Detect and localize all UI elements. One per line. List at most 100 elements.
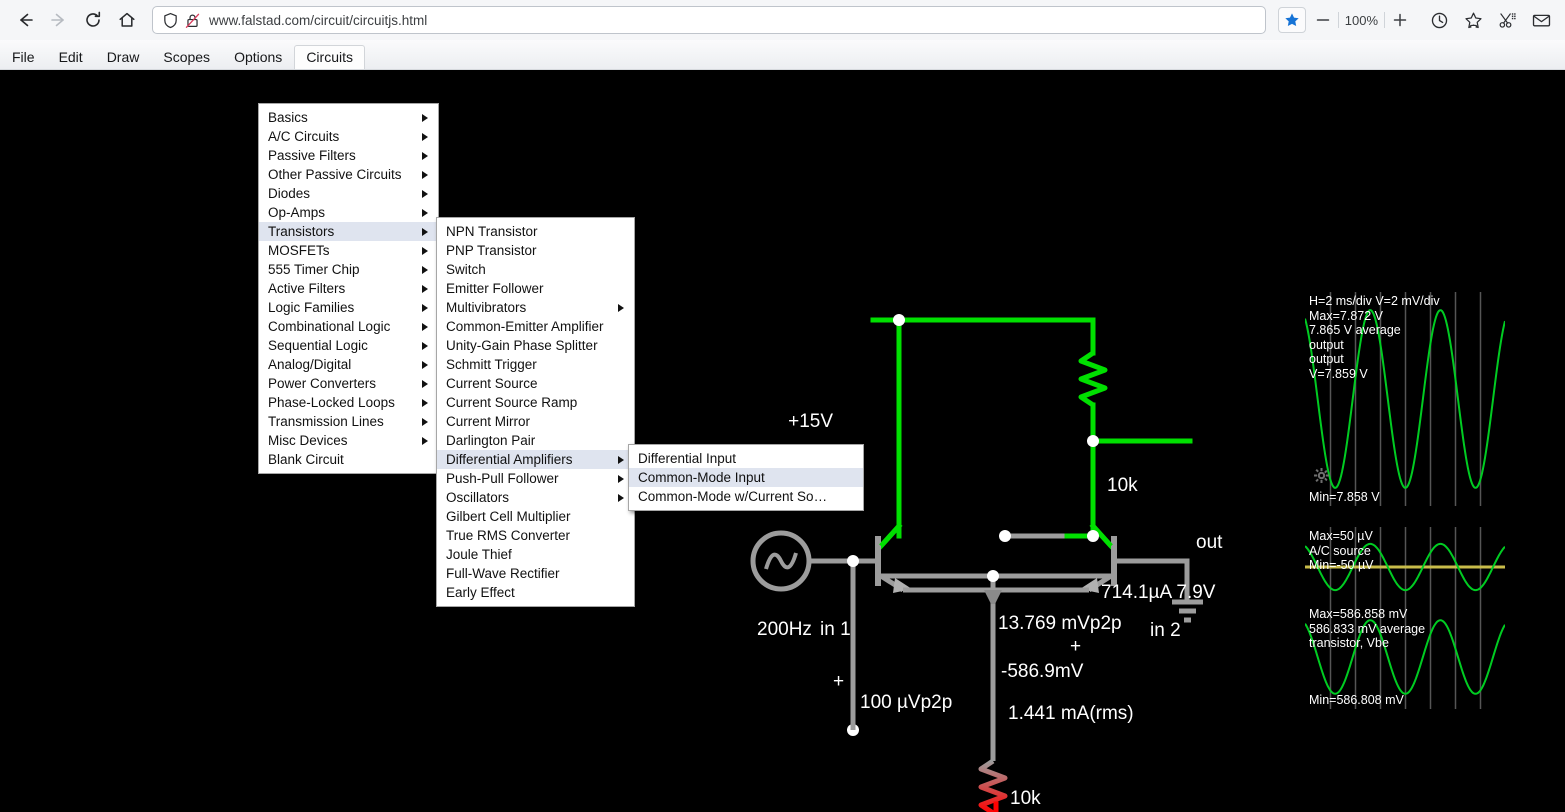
- menu-item-early-effect[interactable]: Early Effect: [437, 583, 634, 602]
- favorites-button[interactable]: [1457, 4, 1489, 36]
- menu-item-current-mirror[interactable]: Current Mirror: [437, 412, 634, 431]
- menu-item-schmitt-trigger[interactable]: Schmitt Trigger: [437, 355, 634, 374]
- menu-circuits[interactable]: Basics A/C Circuits Passive Filters Other P…: [258, 103, 439, 474]
- menu-item-sequential-logic[interactable]: Sequential Logic: [259, 336, 438, 355]
- menu-item-label: Power Converters: [268, 376, 377, 391]
- menu-item-oscillators[interactable]: Oscillators: [437, 488, 634, 507]
- menu-differential-amplifiers[interactable]: Differential Input Common-Mode Input Commo…: [628, 444, 864, 511]
- menu-item-label: Multivibrators: [446, 300, 527, 315]
- menu-item-transmission-lines[interactable]: Transmission Lines: [259, 412, 438, 431]
- menu-item-label: Current Source: [446, 376, 538, 391]
- chevron-right-icon: [422, 436, 428, 445]
- menu-item-logic-families[interactable]: Logic Families: [259, 298, 438, 317]
- menu-item-label: Oscillators: [446, 490, 510, 505]
- address-bar[interactable]: www.falstad.com/circuit/circuitjs.html: [152, 6, 1266, 34]
- chevron-right-icon: [422, 360, 428, 369]
- menu-item-darlington-pair[interactable]: Darlington Pair: [437, 431, 634, 450]
- menu-item-differential-input[interactable]: Differential Input: [629, 449, 863, 468]
- menubar-item-options[interactable]: Options: [222, 45, 294, 69]
- vbe-scope[interactable]: Max=586.858 mV 586.833 mV average transist…: [1305, 605, 1505, 709]
- reload-button[interactable]: [76, 3, 110, 37]
- chevron-right-icon: [422, 398, 428, 407]
- menu-item-other-passive-circuits[interactable]: Other Passive Circuits: [259, 165, 438, 184]
- history-button[interactable]: [1423, 4, 1455, 36]
- menubar-item-draw[interactable]: Draw: [95, 45, 152, 69]
- menu-item-differential-amplifiers[interactable]: Differential Amplifiers: [437, 450, 634, 469]
- menu-item-emitter-follower[interactable]: Emitter Follower: [437, 279, 634, 298]
- menu-item-current-source[interactable]: Current Source: [437, 374, 634, 393]
- menu-item-npn-transistor[interactable]: NPN Transistor: [437, 222, 634, 241]
- label-probe-p2p: 13.769 mVp2p: [998, 613, 1122, 634]
- menu-item-phase-locked-loops[interactable]: Phase-Locked Loops: [259, 393, 438, 412]
- menubar-item-file[interactable]: File: [0, 45, 47, 69]
- menu-item-active-filters[interactable]: Active Filters: [259, 279, 438, 298]
- menu-item-analog-digital[interactable]: Analog/Digital: [259, 355, 438, 374]
- forward-button[interactable]: [42, 3, 76, 37]
- menu-item-common-emitter-amplifier[interactable]: Common-Emitter Amplifier: [437, 317, 634, 336]
- lock-crossed-out-icon[interactable]: [181, 9, 203, 31]
- label-plus-sign-1: +: [833, 671, 844, 692]
- mail-button[interactable]: [1525, 4, 1557, 36]
- menu-transistors[interactable]: NPN Transistor PNP Transistor Switch Emitte…: [436, 217, 635, 607]
- back-button[interactable]: [8, 3, 42, 37]
- label-in1: in 1: [820, 619, 851, 640]
- home-icon: [119, 12, 135, 27]
- menu-item-a-c-circuits[interactable]: A/C Circuits: [259, 127, 438, 146]
- chevron-right-icon: [422, 265, 428, 274]
- menu-item-joule-thief[interactable]: Joule Thief: [437, 545, 634, 564]
- mail-icon: [1532, 14, 1550, 26]
- menu-item-push-pull-follower[interactable]: Push-Pull Follower: [437, 469, 634, 488]
- menu-item-common-mode-input[interactable]: Common-Mode Input: [629, 468, 863, 487]
- bookmark-button[interactable]: [1277, 7, 1306, 33]
- transistor-q1: [853, 524, 912, 593]
- menu-item-label: Switch: [446, 262, 486, 277]
- chevron-right-icon: [422, 284, 428, 293]
- zoom-in-button[interactable]: [1387, 5, 1413, 35]
- menu-item-basics[interactable]: Basics: [259, 108, 438, 127]
- zoom-out-button[interactable]: [1310, 5, 1336, 35]
- resistor-rc: [1078, 350, 1108, 408]
- menu-item-label: Joule Thief: [446, 547, 512, 562]
- menu-item-diodes[interactable]: Diodes: [259, 184, 438, 203]
- menu-item-switch[interactable]: Switch: [437, 260, 634, 279]
- menu-item-common-mode-w-current-source[interactable]: Common-Mode w/Current Source: [629, 487, 863, 506]
- menu-item-misc-devices[interactable]: Misc Devices: [259, 431, 438, 450]
- menu-item-mosfets[interactable]: MOSFETs: [259, 241, 438, 260]
- menu-item-pnp-transistor[interactable]: PNP Transistor: [437, 241, 634, 260]
- label-source-amp: 100 µVp2p: [860, 692, 952, 713]
- chevron-right-icon: [422, 322, 428, 331]
- chevron-right-icon: [422, 113, 428, 122]
- menu-item-passive-filters[interactable]: Passive Filters: [259, 146, 438, 165]
- chevron-right-icon: [422, 379, 428, 388]
- menu-item-label: PNP Transistor: [446, 243, 537, 258]
- menubar-item-scopes[interactable]: Scopes: [151, 45, 222, 69]
- menu-item-current-source-ramp[interactable]: Current Source Ramp: [437, 393, 634, 412]
- label-in2: in 2: [1150, 620, 1181, 641]
- label-vplus: +15V: [788, 411, 833, 432]
- menu-item-label: Transmission Lines: [268, 414, 384, 429]
- plus-icon: [1393, 13, 1407, 27]
- home-button[interactable]: [110, 3, 144, 37]
- menu-item-multivibrators[interactable]: Multivibrators: [437, 298, 634, 317]
- menu-item-full-wave-rectifier[interactable]: Full-Wave Rectifier: [437, 564, 634, 583]
- menubar-item-edit[interactable]: Edit: [47, 45, 95, 69]
- menu-item-blank-circuit[interactable]: Blank Circuit: [259, 450, 438, 469]
- output-scope[interactable]: H=2 ms/div V=2 mV/div Max=7.872 V 7.865 V …: [1305, 292, 1505, 506]
- menu-item-true-rms-converter[interactable]: True RMS Converter: [437, 526, 634, 545]
- menu-item-power-converters[interactable]: Power Converters: [259, 374, 438, 393]
- menu-item-op-amps[interactable]: Op-Amps: [259, 203, 438, 222]
- menu-item-transistors[interactable]: Transistors: [259, 222, 438, 241]
- scissors-icon: [1499, 12, 1516, 28]
- ac-source-scope[interactable]: Max=50 µV A/C source Min=-50 µV: [1305, 527, 1505, 607]
- menu-item-gilbert-cell-multiplier[interactable]: Gilbert Cell Multiplier: [437, 507, 634, 526]
- menubar-item-circuits[interactable]: Circuits: [294, 45, 365, 69]
- chevron-right-icon: [422, 189, 428, 198]
- menu-item-combinational-logic[interactable]: Combinational Logic: [259, 317, 438, 336]
- gear-icon[interactable]: [1313, 467, 1330, 484]
- collections-button[interactable]: [1491, 4, 1523, 36]
- menu-item-555-timer-chip[interactable]: 555 Timer Chip: [259, 260, 438, 279]
- menu-item-unity-gain-phase-splitter[interactable]: Unity-Gain Phase Splitter: [437, 336, 634, 355]
- menu-item-label: 555 Timer Chip: [268, 262, 360, 277]
- chevron-right-icon: [422, 170, 428, 179]
- menu-item-label: Gilbert Cell Multiplier: [446, 509, 571, 524]
